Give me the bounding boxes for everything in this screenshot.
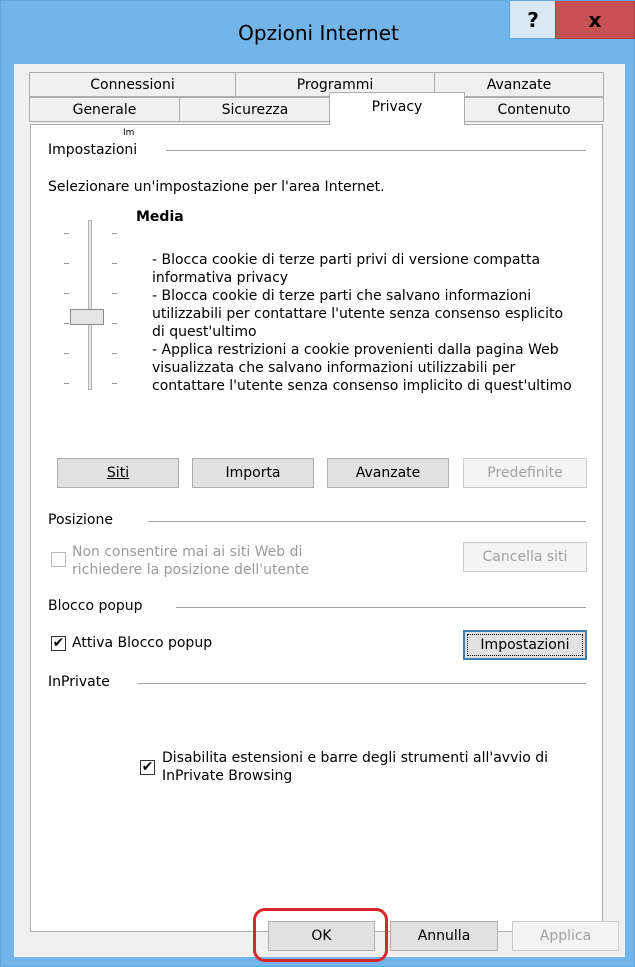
help-button[interactable]: ? — [509, 1, 557, 39]
popup-group-label: Blocco popup — [48, 598, 149, 614]
close-button[interactable]: x — [555, 1, 635, 39]
settings-group-line — [166, 150, 586, 151]
annotation-circle — [253, 908, 388, 962]
location-group-line — [148, 521, 586, 522]
location-checkbox[interactable] — [51, 552, 66, 567]
inprivate-group-line — [137, 683, 586, 684]
privacy-level-description: - Blocca cookie di terze parti privi di … — [152, 252, 572, 394]
popup-checkbox[interactable]: ✔ — [51, 636, 66, 651]
clear-sites-button[interactable]: Cancella siti — [463, 542, 587, 572]
inprivate-group-label: InPrivate — [48, 674, 116, 690]
tab-privacy[interactable]: Privacy — [329, 92, 465, 125]
title-bar[interactable]: Opzioni Internet ? x — [1, 1, 635, 65]
slider-thumb[interactable] — [70, 309, 104, 325]
privacy-level-name: Media — [136, 209, 184, 225]
apply-button[interactable]: Applica — [512, 921, 619, 951]
popup-group-line — [176, 607, 586, 608]
slider-track — [88, 220, 92, 390]
privacy-slider[interactable] — [28, 120, 128, 400]
tab-contenuto[interactable]: Contenuto — [464, 97, 604, 122]
sites-button-label: Siti — [106, 465, 130, 481]
tab-connessioni[interactable]: Connessioni — [29, 72, 236, 97]
inprivate-checkbox[interactable]: ✔ — [140, 760, 155, 775]
cancel-button[interactable]: Annulla — [390, 921, 498, 951]
popup-checkbox-label: Attiva Blocco popup — [72, 635, 213, 651]
tab-sicurezza[interactable]: Sicurezza — [179, 97, 331, 122]
inprivate-checkbox-label: Disabilita estensioni e barre degli stru… — [162, 750, 549, 784]
advanced-button[interactable]: Avanzate — [327, 458, 449, 488]
default-button[interactable]: Predefinite — [463, 458, 587, 488]
location-checkbox-label: Non consentire mai ai siti Web di richie… — [72, 544, 310, 578]
location-group-label: Posizione — [48, 512, 119, 528]
sites-button[interactable]: Siti — [57, 458, 179, 488]
tab-generale[interactable]: Generale — [29, 97, 180, 122]
popup-settings-button[interactable]: Impostazioni — [463, 630, 587, 660]
import-button[interactable]: Importa — [192, 458, 314, 488]
